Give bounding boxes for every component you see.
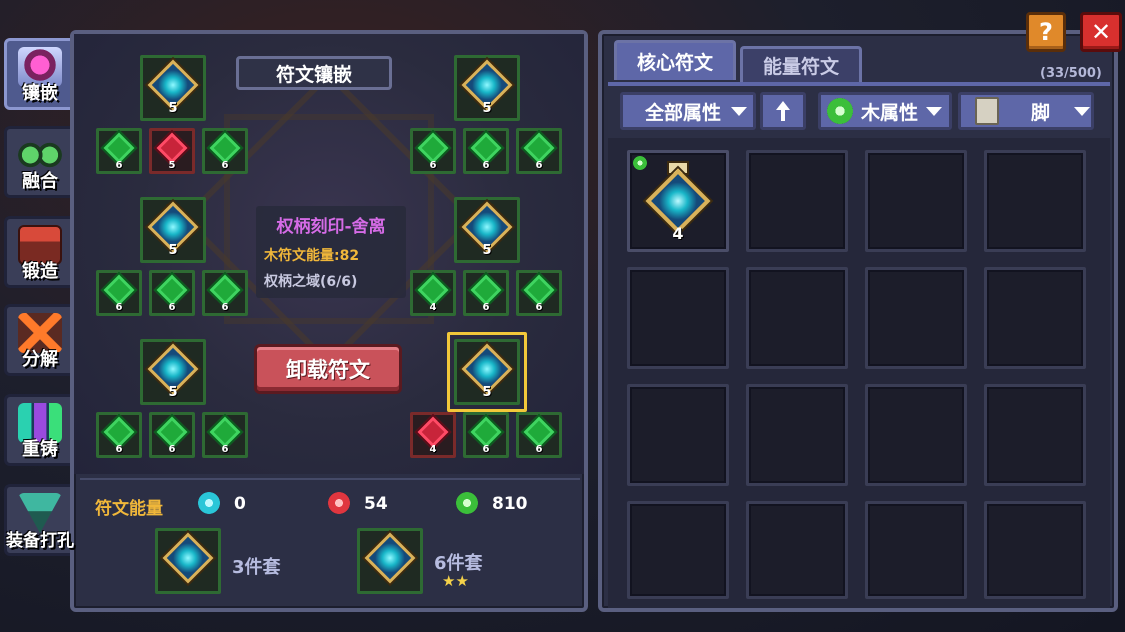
chevron-down-icon: [926, 106, 943, 116]
energy-rune-slot[interactable]: 6: [96, 412, 142, 458]
chevron-down-icon: [1074, 106, 1091, 116]
energy-rune-slot[interactable]: 4: [410, 270, 456, 316]
energy-rune-slot[interactable]: 6: [202, 270, 248, 316]
set-3-label: 3件套: [232, 557, 281, 578]
filter-all-attributes-label: 全部属性: [645, 101, 722, 124]
inventory-slot[interactable]: [627, 501, 729, 599]
rune-energy-label: 符文能量: [95, 499, 163, 519]
tab-energy-runes[interactable]: 能量符文: [740, 46, 862, 82]
wood-energy-value: 810: [492, 494, 528, 514]
chevron-down-icon: [731, 106, 748, 116]
inventory-slot[interactable]: [984, 267, 1086, 369]
tab-underline: [608, 82, 1110, 86]
energy-rune-slot[interactable]: 6: [516, 412, 562, 458]
energy-rune-slot[interactable]: 6: [463, 412, 509, 458]
up-arrow-icon: [776, 101, 790, 121]
wood-attribute-icon: [827, 98, 853, 124]
energy-rune-slot[interactable]: 6: [463, 128, 509, 174]
core-rune-slot[interactable]: 5: [454, 55, 520, 121]
side-tab-drill[interactable]: 装备打孔: [4, 484, 76, 556]
boots-scroll-icon: [975, 97, 999, 125]
unload-rune-button[interactable]: 卸载符文: [254, 344, 402, 394]
inventory-slot[interactable]: [984, 384, 1086, 486]
wood-energy-icon: [456, 492, 478, 514]
inventory-slot[interactable]: [865, 150, 967, 252]
side-tab-forge[interactable]: 锻造: [4, 216, 76, 288]
filter-slot-type-label: 脚: [1031, 101, 1051, 124]
tooltip-energy: 木符文能量:82: [264, 248, 360, 264]
cyan-energy-icon: [198, 492, 220, 514]
set-6-slot[interactable]: [357, 528, 423, 594]
tooltip-set: 权柄之域(6/6): [264, 274, 358, 290]
inventory-slot[interactable]: [746, 384, 848, 486]
energy-rune-slot[interactable]: 5: [149, 128, 195, 174]
inventory-slot[interactable]: [746, 267, 848, 369]
inventory-slot[interactable]: [627, 267, 729, 369]
game-screen: 镶嵌 融合 锻造 分解 重铸 装备打孔 符文镶嵌 5 5 5 5 5 5 6 5…: [0, 0, 1125, 632]
rune-level: 4: [672, 224, 684, 243]
energy-rune-slot[interactable]: 6: [202, 412, 248, 458]
inventory-slot[interactable]: [865, 501, 967, 599]
side-tab-recast[interactable]: 重铸: [4, 394, 76, 466]
inventory-count: (33/500): [1040, 66, 1102, 81]
filter-wood-attribute-label: 木属性: [861, 101, 919, 124]
inventory-slot[interactable]: [865, 267, 967, 369]
set-3-slot[interactable]: [155, 528, 221, 594]
tooltip-rune-name: 权柄刻印-舍离: [276, 217, 386, 237]
core-rune-slot[interactable]: 5: [140, 197, 206, 263]
inventory-slot[interactable]: [984, 150, 1086, 252]
side-tab-disassemble[interactable]: 分解: [4, 304, 76, 376]
selection-frame: [447, 332, 527, 412]
set-6-stars: ★★: [442, 572, 469, 590]
filter-slot-type[interactable]: 脚: [958, 92, 1094, 130]
energy-rune-slot[interactable]: 4: [410, 412, 456, 458]
tab-core-runes[interactable]: 核心符文: [614, 40, 736, 80]
divider: [80, 478, 580, 480]
inventory-slot[interactable]: [627, 384, 729, 486]
wood-attribute-icon: [633, 156, 647, 170]
fire-energy-value: 54: [364, 494, 388, 514]
side-tab-fuse[interactable]: 融合: [4, 126, 76, 198]
energy-rune-slot[interactable]: 6: [463, 270, 509, 316]
core-rune-icon: [162, 532, 214, 584]
help-button[interactable]: ?: [1026, 12, 1066, 52]
close-button[interactable]: ✕: [1080, 12, 1122, 52]
energy-rune-slot[interactable]: 6: [149, 270, 195, 316]
inlay-title: 符文镶嵌: [236, 56, 392, 90]
energy-rune-slot[interactable]: 6: [516, 270, 562, 316]
energy-rune-slot[interactable]: 6: [202, 128, 248, 174]
inventory-slot[interactable]: [746, 150, 848, 252]
filter-all-attributes[interactable]: 全部属性: [620, 92, 756, 130]
inventory-slot[interactable]: [984, 501, 1086, 599]
core-rune-slot[interactable]: 5: [454, 197, 520, 263]
energy-rune-slot[interactable]: 6: [96, 270, 142, 316]
rune-tooltip: 权柄刻印-舍离 木符文能量:82 权柄之域(6/6): [256, 206, 406, 298]
core-rune-icon: [364, 532, 416, 584]
inventory-slot[interactable]: [746, 501, 848, 599]
filter-wood-attribute[interactable]: 木属性: [818, 92, 952, 130]
energy-rune-slot[interactable]: 6: [96, 128, 142, 174]
core-rune-slot[interactable]: 5: [140, 339, 206, 405]
fire-energy-icon: [328, 492, 350, 514]
inventory-slot[interactable]: [865, 384, 967, 486]
cyan-energy-value: 0: [234, 494, 246, 514]
energy-rune-slot[interactable]: 6: [516, 128, 562, 174]
sort-button[interactable]: [760, 92, 806, 130]
energy-rune-slot[interactable]: 6: [149, 412, 195, 458]
energy-rune-slot[interactable]: 6: [410, 128, 456, 174]
core-rune-slot[interactable]: 5: [140, 55, 206, 121]
side-tab-inlay[interactable]: 镶嵌: [4, 38, 76, 110]
inventory-slot[interactable]: 4: [627, 150, 729, 252]
